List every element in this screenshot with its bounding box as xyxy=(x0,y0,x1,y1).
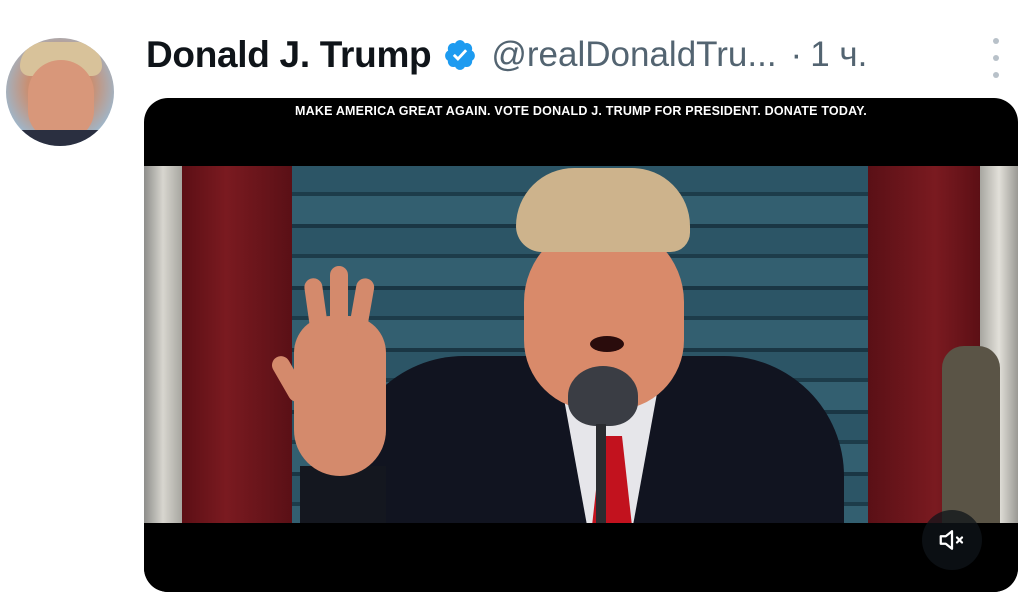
tweet-header: Donald J. Trump @realDonaldTru... · 1 ч. xyxy=(146,30,867,80)
carpet-left xyxy=(182,166,292,523)
pillar-left xyxy=(144,166,182,523)
author-handle[interactable]: @realDonaldTru... xyxy=(491,35,776,75)
avatar-face xyxy=(28,60,94,140)
author-display-name[interactable]: Donald J. Trump xyxy=(146,34,432,76)
microphone xyxy=(568,366,638,426)
speaker-mouth xyxy=(590,336,624,352)
verified-badge-icon xyxy=(445,40,476,70)
avatar-suit xyxy=(6,130,114,146)
speaker-hair xyxy=(516,168,690,252)
video-player[interactable]: MAKE AMERICA GREAT AGAIN. VOTE DONALD J.… xyxy=(144,98,1018,592)
mute-button[interactable] xyxy=(922,510,982,570)
volume-muted-icon xyxy=(939,530,964,550)
more-dot xyxy=(993,55,999,61)
more-vertical-icon[interactable] xyxy=(982,38,1010,78)
video-frame xyxy=(144,166,1018,523)
speaker-finger xyxy=(330,266,348,342)
video-banner-text: MAKE AMERICA GREAT AGAIN. VOTE DONALD J.… xyxy=(295,104,867,118)
video-letterbox-bottom xyxy=(144,523,1018,592)
tweet-timestamp[interactable]: 1 ч. xyxy=(810,35,867,75)
more-dot xyxy=(993,72,999,78)
more-dot xyxy=(993,38,999,44)
microphone-stand xyxy=(596,424,606,523)
background-guard xyxy=(942,346,1000,523)
avatar[interactable] xyxy=(6,38,114,146)
separator-dot: · xyxy=(790,35,803,74)
